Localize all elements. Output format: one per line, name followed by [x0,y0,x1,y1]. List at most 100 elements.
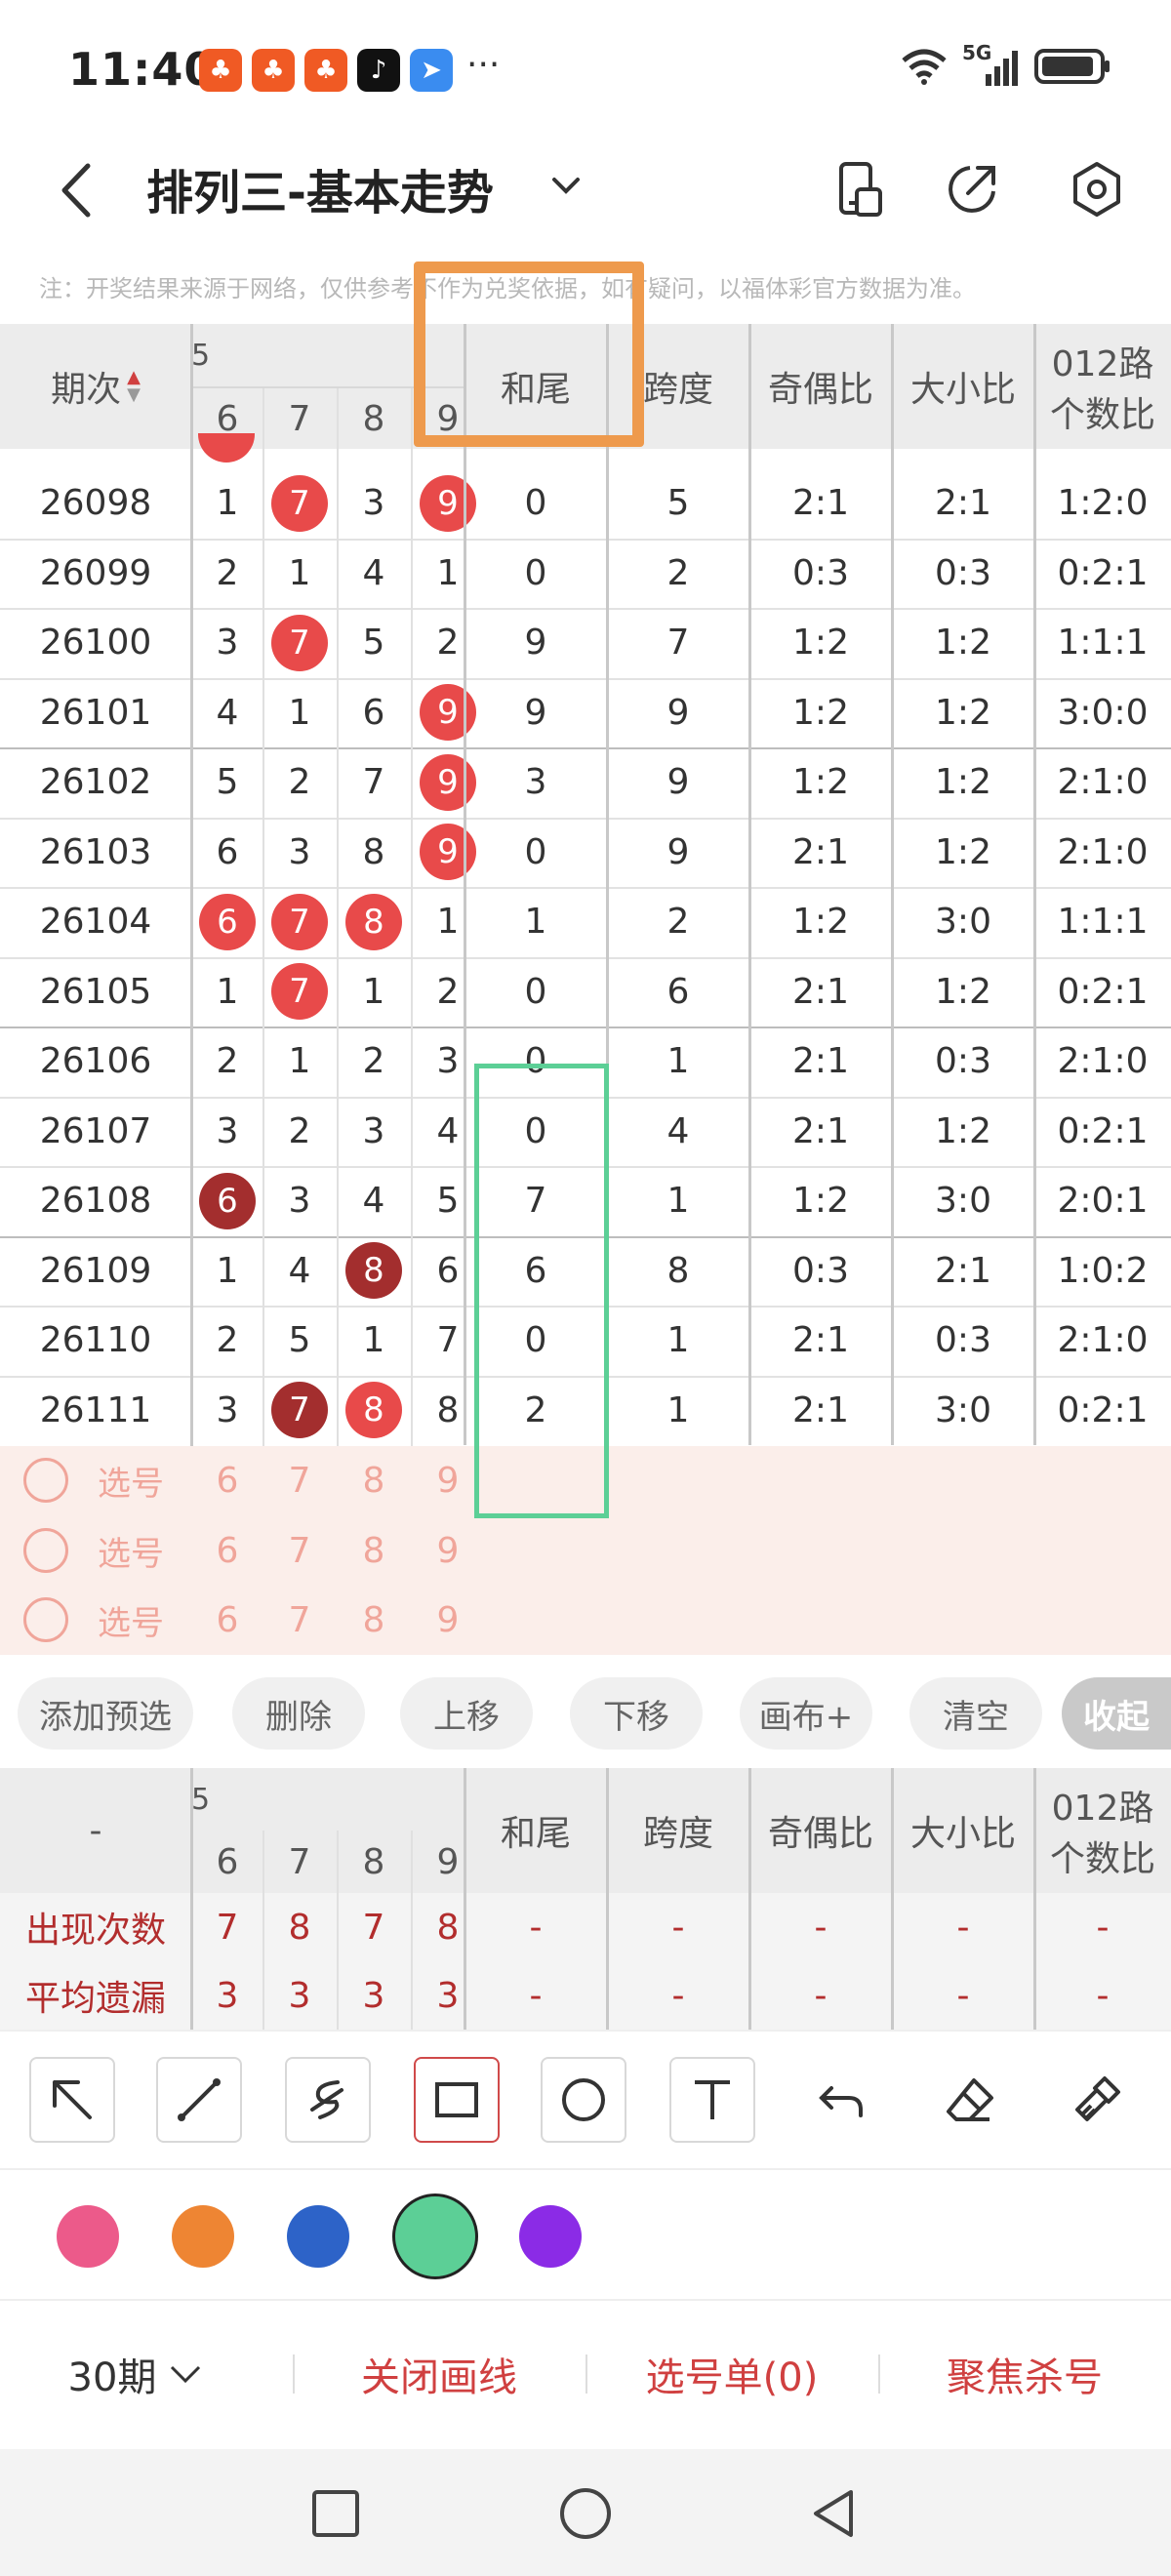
stats-value: - [1096,1975,1110,2016]
move-up-button[interactable]: 上移 [400,1677,533,1750]
digit-cell: 1 [216,971,239,1012]
digit-cell: 1 [288,692,311,733]
period-cell: 26099 [39,552,152,593]
digit-cell: 4 [362,552,385,593]
column-header-daxiao: 大小比 [909,1814,1016,1854]
digit-cell: 3 [216,1389,239,1430]
period-cell: 26101 [39,692,152,733]
stats-digit-value: 8 [288,1907,311,1948]
jiou-cell: 2:1 [792,831,849,872]
row-divider [0,887,1171,889]
column-header-jiou: 奇偶比 [767,1814,873,1854]
system-navbar [0,2449,1171,2576]
pick-radio-icon[interactable] [23,1597,68,1642]
column-header-digit: 6 [216,1841,239,1882]
chevron-down-icon[interactable] [546,166,586,205]
move-down-button[interactable]: 下移 [570,1677,703,1750]
green-annotation-rect [474,1064,609,1518]
collapse-button[interactable]: 收起 [1062,1677,1171,1750]
hewei-cell: 0 [524,552,547,593]
line-tool-icon[interactable] [156,2057,242,2143]
column-header-hewei: 和尾 [500,1814,571,1854]
pick-label[interactable]: 选号 [82,1446,180,1515]
digit-cell: 3 [288,1181,311,1222]
close-lines-button[interactable]: 关闭画线 [303,2301,576,2447]
recents-square-icon[interactable] [310,2488,361,2539]
clear-button[interactable]: 清空 [909,1677,1042,1750]
pick-digit[interactable]: 6 [191,1516,263,1586]
settings-icon[interactable] [1066,158,1128,221]
pick-digit[interactable]: 7 [263,1446,336,1515]
hit-ball: 6 [199,893,256,950]
pick-digit[interactable]: 6 [191,1446,263,1515]
r012-cell: 0:2:1 [1057,971,1149,1012]
pick-label[interactable]: 选号 [82,1516,180,1586]
sort-icon[interactable]: ▲ ▼ [127,369,141,404]
color-swatch-purple[interactable] [519,2205,582,2268]
kuadu-cell: 2 [666,552,690,593]
period-cell: 26105 [39,971,152,1012]
arrow-tool-icon[interactable] [29,2057,115,2143]
home-circle-icon[interactable] [558,2486,613,2541]
column-header-period[interactable]: 期次 ▲ ▼ [0,324,191,449]
pick-digit[interactable]: 9 [412,1586,484,1655]
text-tool-icon[interactable] [669,2057,755,2143]
back-triangle-icon[interactable] [806,2486,861,2541]
color-swatch-orange[interactable] [172,2205,234,2268]
page-title[interactable]: 排列三-基本走势 [146,154,494,222]
column-divider [748,1768,751,2030]
digit-cell: 2 [216,552,239,593]
circle-tool-icon[interactable] [541,2057,626,2143]
share-icon[interactable] [941,158,1003,221]
pick-digit[interactable]: 9 [412,1516,484,1586]
period-cell: 26104 [39,902,152,943]
delete-button[interactable]: 删除 [232,1677,365,1750]
column-header-digit: 8 [362,398,385,439]
pick-radio-icon[interactable] [23,1527,68,1573]
undo-icon[interactable] [798,2057,884,2143]
notification-icons: ♣ ♣ ♣ ♪ ➤ [199,49,453,92]
focus-kill-button[interactable]: 聚焦杀号 [888,2301,1161,2447]
column-header-daxiao: 大小比 [909,370,1016,410]
pick-list-button[interactable]: 选号单(0) [595,2301,868,2447]
daxiao-cell: 0:3 [935,1041,991,1082]
r012-cell: 1:1:1 [1057,623,1149,664]
column-divider [190,1768,193,2030]
stats-digit-value: 3 [288,1975,311,2016]
period-select[interactable]: 30期 [39,2301,234,2447]
pick-label[interactable]: 选号 [82,1586,180,1655]
digit-cell: 2 [288,762,311,803]
pick-digit[interactable]: 9 [412,1446,484,1515]
add-preselect-button[interactable]: 添加预选 [18,1677,193,1750]
pick-radio-icon[interactable] [23,1458,68,1503]
period-cell: 26111 [39,1389,152,1430]
column-header-period-label: 期次 [51,370,122,410]
color-swatch-green-selected[interactable] [392,2194,478,2279]
pick-digit[interactable]: 7 [263,1516,336,1586]
rectangle-tool-icon[interactable] [414,2057,500,2143]
color-swatch-blue[interactable] [287,2205,349,2268]
pick-digit[interactable]: 8 [338,1516,410,1586]
digit-cell: 2 [362,1041,385,1082]
column-divider [464,324,466,1445]
eraser-icon[interactable] [927,2057,1013,2143]
jiou-cell: 1:2 [792,623,849,664]
freehand-tool-icon[interactable] [285,2057,371,2143]
pick-digit[interactable]: 8 [338,1446,410,1515]
kuadu-cell: 1 [666,1041,690,1082]
canvas-button[interactable]: 画布+ [740,1677,872,1750]
pick-digit[interactable]: 6 [191,1586,263,1655]
clear-brush-icon[interactable] [1054,2057,1140,2143]
color-swatch-pink[interactable] [57,2205,119,2268]
kuadu-cell: 8 [666,1250,690,1291]
back-arrow-icon[interactable] [49,156,107,224]
pick-digit[interactable]: 7 [263,1586,336,1655]
digit-cell: 7 [263,887,336,957]
digit-cell: 2 [216,1320,239,1361]
column-divider [891,1768,894,2030]
phone-rotate-icon[interactable] [828,158,890,221]
stats-value: - [529,1975,543,2016]
digit-cell: 5 [216,762,239,803]
pick-digit[interactable]: 8 [338,1586,410,1655]
hewei-cell: 9 [524,692,547,733]
